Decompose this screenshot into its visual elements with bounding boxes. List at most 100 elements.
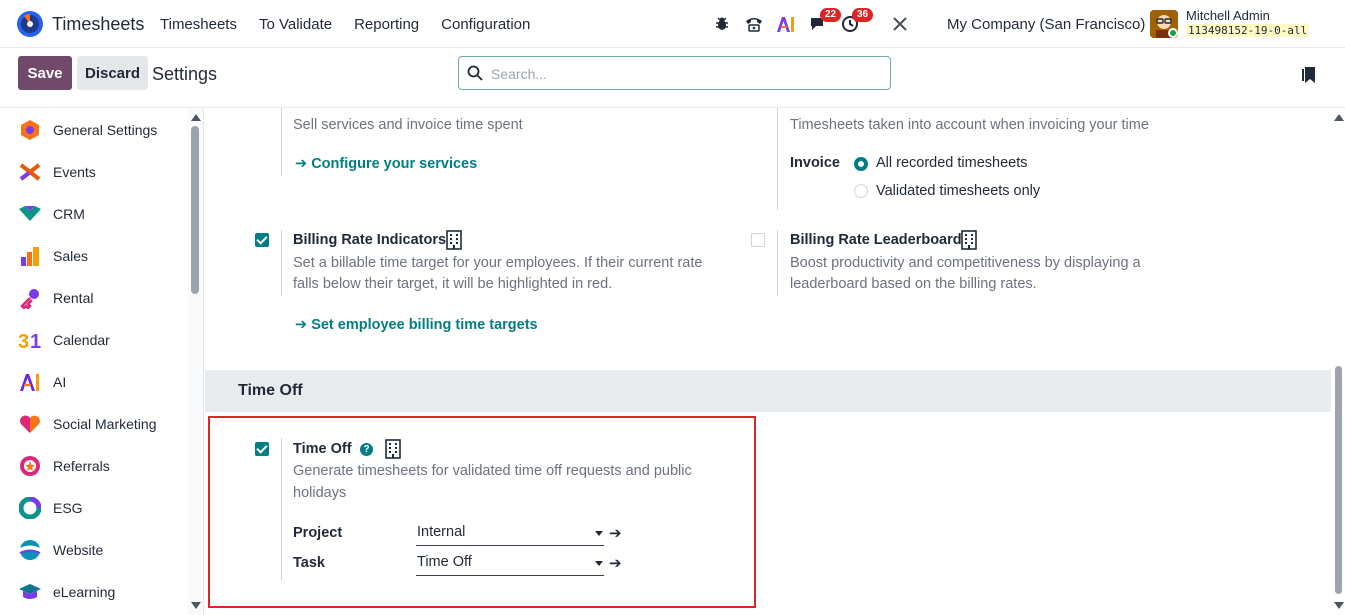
option-all-recorded[interactable]: All recorded timesheets — [876, 152, 1028, 174]
save-button[interactable]: Save — [18, 56, 72, 90]
radio-validated-only[interactable] — [854, 184, 868, 198]
billing-time-targets-label: Set employee billing time targets — [311, 317, 538, 333]
website-icon — [18, 538, 42, 562]
tools-icon[interactable] — [884, 10, 916, 38]
company-switcher[interactable]: My Company (San Francisco) — [947, 16, 1145, 33]
menu-timesheets[interactable]: Timesheets — [160, 16, 237, 33]
billing-time-targets-link[interactable]: ➔ Set employee billing time targets — [295, 317, 538, 333]
option-validated-only[interactable]: Validated timesheets only — [876, 180, 1040, 202]
rental-icon — [18, 286, 42, 310]
online-status-dot — [1168, 28, 1178, 38]
sidebar-item-label: Events — [53, 164, 96, 180]
top-navbar: Timesheets Timesheets To Validate Report… — [0, 0, 1345, 48]
sidebar-item-website[interactable]: Website — [18, 538, 103, 562]
elearning-icon — [18, 580, 42, 604]
task-value: Time Off — [417, 554, 472, 570]
sidebar-scroll-up-icon[interactable] — [191, 114, 201, 121]
sidebar-item-general-settings[interactable]: General Settings — [18, 118, 157, 142]
search-box[interactable] — [458, 56, 891, 90]
sidebar-item-label: General Settings — [53, 122, 158, 138]
sidebar-item-label: Social Marketing — [53, 416, 157, 432]
task-select[interactable]: Time Off — [416, 552, 604, 576]
billing-rate-leaderboard-checkbox[interactable] — [751, 233, 765, 247]
task-external-link-icon[interactable]: ➔ — [609, 554, 622, 572]
sidebar-item-label: CRM — [53, 206, 85, 222]
time-off-desc-1: Generate timesheets for validated time o… — [293, 463, 692, 479]
time-off-title: Time Off — [293, 441, 352, 457]
company-building-icon — [385, 439, 401, 459]
content-scrollbar-thumb[interactable] — [1335, 366, 1342, 594]
section-header-time-off: Time Off — [205, 370, 1331, 412]
time-off-desc-2: holidays — [293, 485, 347, 501]
sidebar-item-sales[interactable]: Sales — [18, 244, 88, 268]
app-name[interactable]: Timesheets — [52, 14, 144, 35]
time-off-checkbox[interactable] — [255, 442, 269, 456]
crm-icon — [18, 202, 42, 226]
setting-divider — [281, 438, 282, 580]
billing-rate-leaderboard-desc-2: leaderboard based on the billing rates. — [790, 276, 1037, 292]
bookmark-icon[interactable] — [1302, 66, 1316, 84]
billing-rate-indicators-title: Billing Rate Indicators — [293, 232, 447, 248]
database-name: 113498152-19-0-all — [1186, 24, 1310, 37]
sidebar-scrollbar-thumb[interactable] — [191, 126, 199, 294]
sidebar-scroll-down-icon[interactable] — [191, 602, 201, 609]
user-name[interactable]: Mitchell Admin — [1186, 8, 1270, 23]
sidebar-item-referrals[interactable]: Referrals — [18, 454, 110, 478]
billing-rate-indicators-desc-2: falls below their target, it will be hig… — [293, 276, 613, 292]
social-marketing-icon — [18, 412, 42, 436]
ai-icon — [18, 370, 42, 394]
setting-divider — [281, 108, 282, 176]
arrow-right-icon: ➔ — [295, 317, 312, 333]
sidebar-item-label: Website — [53, 542, 104, 558]
sidebar-item-events[interactable]: Events — [18, 160, 96, 184]
billing-rate-leaderboard-desc-1: Boost productivity and competitiveness b… — [790, 255, 1141, 271]
company-building-icon — [446, 230, 462, 250]
menu-configuration[interactable]: Configuration — [441, 16, 530, 33]
configure-services-link[interactable]: ➔ Configure your services — [295, 156, 477, 172]
esg-icon — [18, 496, 42, 520]
sidebar-item-calendar[interactable]: 31 Calendar — [18, 328, 110, 352]
sidebar-item-ai[interactable]: AI — [18, 370, 66, 394]
billing-rate-indicators-checkbox[interactable] — [255, 233, 269, 247]
highlight-annotation-box — [208, 416, 756, 608]
sidebar-item-elearning[interactable]: eLearning — [18, 580, 115, 604]
project-select[interactable]: Internal — [416, 522, 604, 546]
services-description: Sell services and invoice time spent — [293, 117, 523, 133]
sidebar-item-crm[interactable]: CRM — [18, 202, 85, 226]
sidebar-item-label: Rental — [53, 290, 94, 306]
systray: 22 36 — [706, 8, 916, 38]
ai-icon[interactable] — [770, 10, 802, 38]
content-scroll-down-icon[interactable] — [1334, 602, 1344, 609]
invoice-label: Invoice — [790, 155, 840, 171]
search-input[interactable] — [491, 63, 881, 85]
chevron-down-icon — [595, 561, 603, 566]
setting-divider — [281, 230, 282, 296]
events-icon — [18, 160, 42, 184]
timesheets-app-icon[interactable] — [16, 10, 44, 38]
project-value: Internal — [417, 524, 466, 540]
phone-icon[interactable] — [738, 10, 770, 38]
control-panel: Save Discard Settings — [0, 48, 1345, 108]
project-external-link-icon[interactable]: ➔ — [609, 524, 622, 542]
content-scroll-up-icon[interactable] — [1334, 114, 1344, 121]
project-label: Project — [293, 525, 343, 541]
sidebar-item-label: Calendar — [53, 332, 110, 348]
activities-badge: 36 — [852, 8, 874, 22]
menu-to-validate[interactable]: To Validate — [259, 16, 332, 33]
debug-bug-icon[interactable] — [706, 10, 738, 38]
company-building-icon — [961, 230, 977, 250]
settings-content: Sell services and invoice time spent ➔ C… — [205, 108, 1345, 615]
sidebar-item-rental[interactable]: Rental — [18, 286, 93, 310]
messages-icon[interactable]: 22 — [802, 8, 842, 38]
help-question-icon[interactable]: ? — [360, 443, 373, 456]
general-settings-icon — [18, 118, 42, 142]
discard-button[interactable]: Discard — [77, 56, 148, 90]
radio-all-recorded[interactable] — [854, 157, 868, 171]
referrals-icon — [18, 454, 42, 478]
activities-clock-icon[interactable]: 36 — [834, 8, 874, 38]
sidebar-item-esg[interactable]: ESG — [18, 496, 83, 520]
sales-icon — [18, 244, 42, 268]
sidebar-item-social-marketing[interactable]: Social Marketing — [18, 412, 157, 436]
menu-reporting[interactable]: Reporting — [354, 16, 419, 33]
configure-services-label: Configure your services — [311, 156, 478, 172]
